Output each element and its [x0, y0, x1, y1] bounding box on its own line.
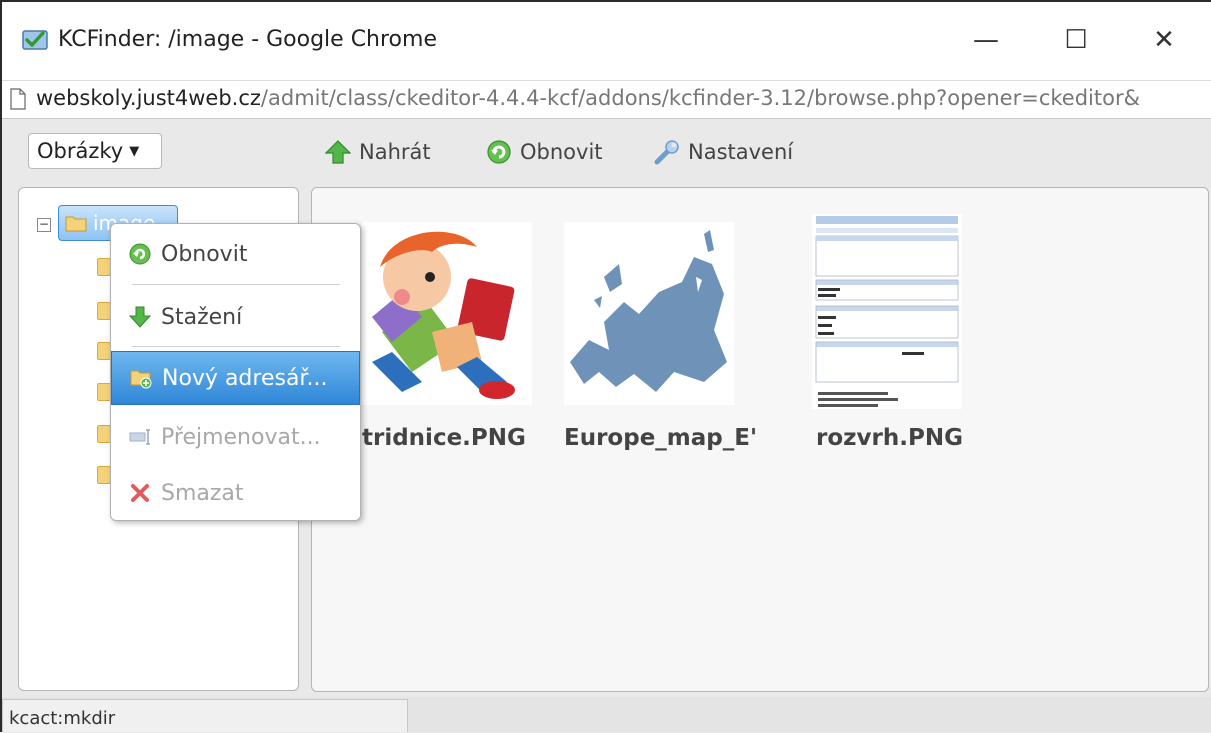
menu-item-label: Nový adresář...	[162, 365, 328, 391]
file-thumbnail-rozvrh[interactable]	[812, 214, 962, 409]
kcfinder-check-icon	[22, 30, 48, 50]
new-folder-icon	[130, 370, 152, 389]
settings-button[interactable]: Nastavení	[654, 137, 793, 167]
refresh-button[interactable]: Obnovit	[486, 137, 603, 167]
file-thumbnail-europe-map[interactable]	[564, 222, 734, 405]
settings-label: Nastavení	[688, 140, 794, 164]
europe-map-image	[564, 222, 734, 405]
url-path: /admit/class/ckeditor-4.4.4-kcf/addons/k…	[260, 86, 1140, 110]
schedule-document-image	[812, 214, 962, 409]
cartoon-boy-image	[362, 222, 532, 405]
status-text: kcact:mkdir	[2, 699, 408, 732]
drive-type-select[interactable]: Obrázky ▼	[28, 133, 162, 169]
drive-select-value: Obrázky	[37, 139, 124, 163]
subfolder-icon[interactable]	[97, 425, 111, 443]
subfolder-icon[interactable]	[97, 258, 111, 276]
minimize-button[interactable]: —	[956, 20, 1016, 60]
upload-arrow-icon	[325, 140, 351, 164]
file-thumbnail-tridnice[interactable]	[362, 222, 532, 405]
subfolder-icon[interactable]	[97, 383, 111, 401]
menu-item-new-folder[interactable]: Nový adresář...	[111, 351, 360, 405]
menu-item-label: Obnovit	[161, 241, 248, 267]
upload-label: Nahrát	[359, 140, 431, 164]
subfolder-icon[interactable]	[97, 466, 111, 484]
file-name-tridnice: tridnice.PNG	[362, 425, 526, 451]
menu-separator	[132, 346, 340, 347]
url-host: webskoly.just4web.cz	[36, 86, 261, 110]
menu-item-rename[interactable]: Přejmenovat...	[111, 410, 360, 464]
folder-icon	[65, 216, 87, 232]
rename-icon	[129, 429, 150, 445]
address-bar[interactable]: webskoly.just4web.cz/admit/class/ckedito…	[2, 80, 1211, 119]
refresh-icon	[487, 140, 511, 164]
upload-button[interactable]: Nahrát	[325, 137, 431, 167]
menu-separator	[132, 284, 340, 285]
window-title: KCFinder: /image - Google Chrome	[58, 27, 437, 52]
menu-item-download[interactable]: Stažení	[111, 290, 360, 344]
file-name-europe-map: Europe_map_E'	[564, 425, 757, 451]
subfolder-icon[interactable]	[97, 302, 111, 320]
menu-item-label: Stažení	[161, 304, 243, 330]
menu-item-label: Smazat	[161, 480, 244, 506]
subfolder-icon[interactable]	[97, 342, 111, 360]
maximize-button[interactable]: ☐	[1046, 20, 1106, 60]
close-button[interactable]: ✕	[1134, 20, 1194, 60]
url-text: webskoly.just4web.cz/admit/class/ckedito…	[36, 86, 1140, 110]
page-icon	[10, 88, 26, 110]
download-arrow-icon	[129, 306, 151, 328]
dropdown-arrow-icon: ▼	[129, 143, 140, 159]
file-name-rozvrh: rozvrh.PNG	[816, 425, 963, 451]
delete-x-icon	[131, 484, 149, 502]
menu-item-label: Přejmenovat...	[161, 424, 321, 450]
refresh-label: Obnovit	[520, 140, 603, 164]
wrench-icon	[654, 140, 679, 165]
tree-collapse-toggle[interactable]: −	[37, 218, 51, 232]
refresh-icon	[129, 243, 151, 265]
menu-item-delete[interactable]: Smazat	[111, 466, 360, 520]
menu-item-refresh[interactable]: Obnovit	[111, 227, 360, 281]
